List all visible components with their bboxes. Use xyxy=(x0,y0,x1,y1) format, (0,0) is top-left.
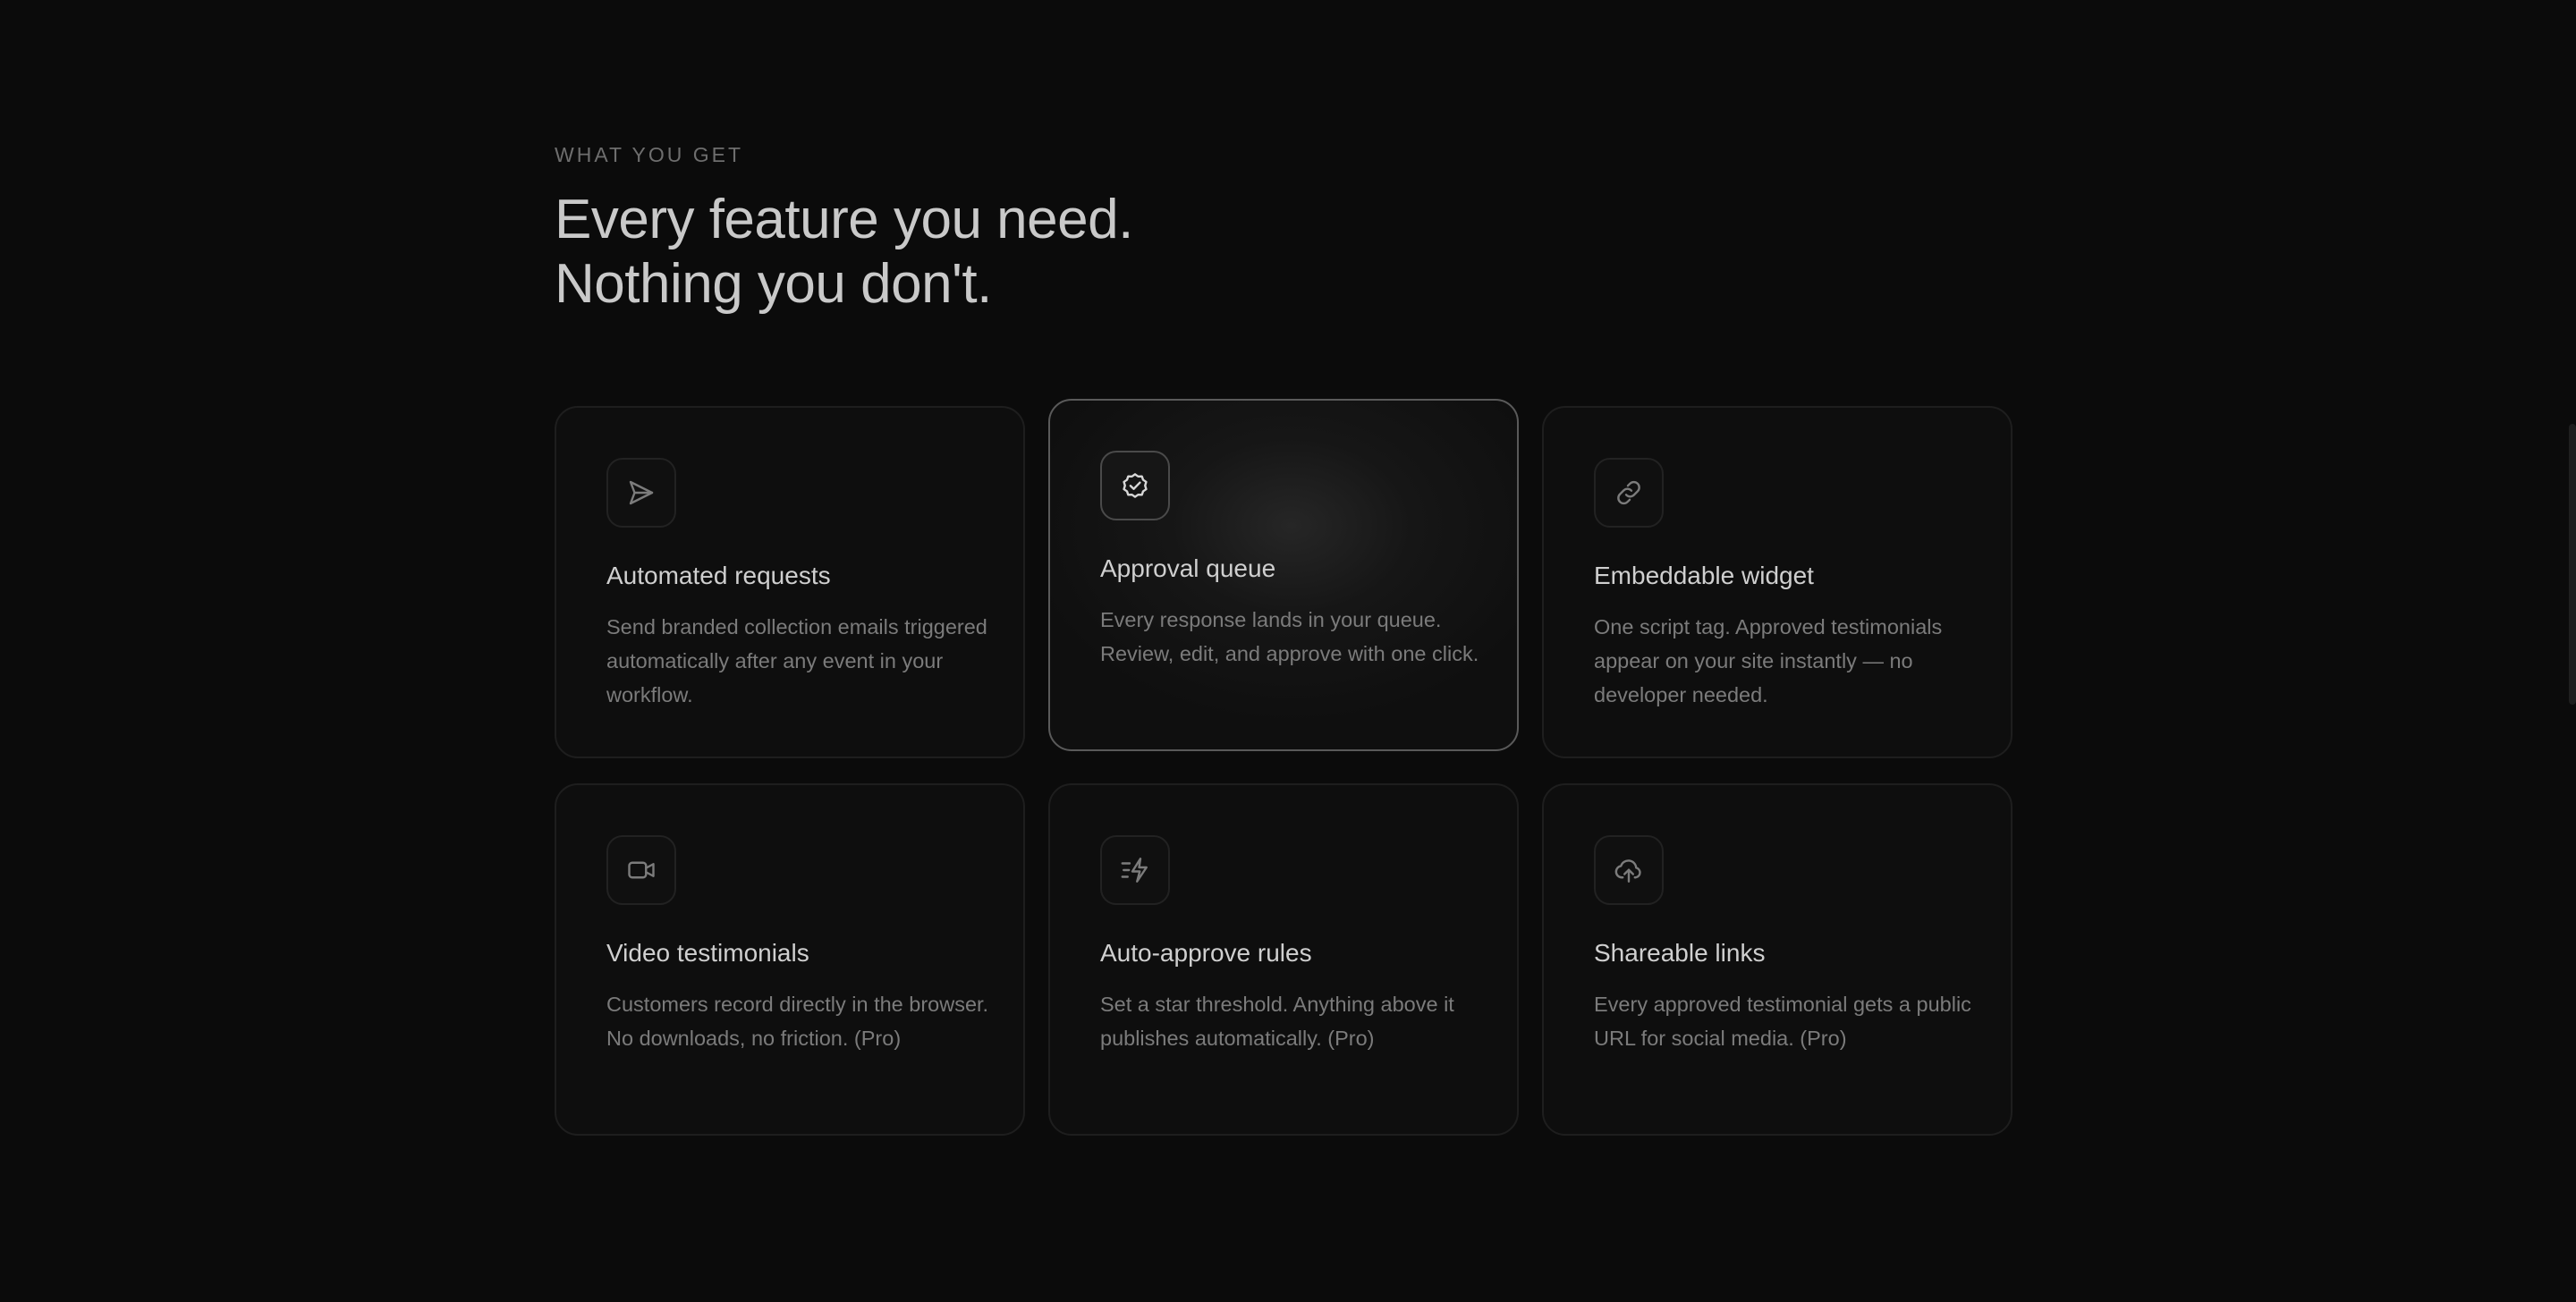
feature-description: Send branded collection emails triggered… xyxy=(606,615,987,706)
feature-card-embeddable-widget[interactable]: Embeddable widget One script tag. Approv… xyxy=(1542,406,2012,758)
send-icon xyxy=(606,458,676,528)
feature-title: Approval queue xyxy=(1100,554,1276,582)
video-icon xyxy=(606,835,676,905)
feature-description: Customers record directly in the browser… xyxy=(606,993,989,1050)
scrollbar-thumb[interactable] xyxy=(2569,424,2576,705)
feature-title: Shareable links xyxy=(1594,939,1766,967)
feature-description: Every response lands in your queue. Revi… xyxy=(1100,608,1479,665)
feature-title: Auto-approve rules xyxy=(1100,939,1312,967)
feature-card-automated-requests[interactable]: Automated requests Send branded collecti… xyxy=(555,406,1025,758)
feature-title: Video testimonials xyxy=(606,939,809,967)
badge-check-icon xyxy=(1100,451,1170,520)
feature-description: One script tag. Approved testimonials ap… xyxy=(1594,615,1943,706)
cloud-upload-icon xyxy=(1594,835,1664,905)
feature-card-video-testimonials[interactable]: Video testimonials Customers record dire… xyxy=(555,783,1025,1136)
section-eyebrow: WHAT YOU GET xyxy=(555,143,744,166)
feature-description: Set a star threshold. Anything above it … xyxy=(1100,993,1454,1050)
feature-description: Every approved testimonial gets a public… xyxy=(1594,993,1971,1050)
headline-line-2: Nothing you don't. xyxy=(555,253,992,315)
section-headline: Every feature you need. Nothing you don'… xyxy=(555,188,1133,317)
feature-title: Embeddable widget xyxy=(1594,562,1814,589)
features-section: WHAT YOU GET Every feature you need. Not… xyxy=(0,0,2576,1302)
feature-card-approval-queue[interactable]: Approval queue Every response lands in y… xyxy=(1048,399,1519,751)
link-icon xyxy=(1594,458,1664,528)
feature-title: Automated requests xyxy=(606,562,831,589)
feature-card-auto-approve-rules[interactable]: Auto-approve rules Set a star threshold.… xyxy=(1048,783,1519,1136)
headline-line-1: Every feature you need. xyxy=(555,189,1133,250)
zap-fast-icon xyxy=(1100,835,1170,905)
feature-card-shareable-links[interactable]: Shareable links Every approved testimoni… xyxy=(1542,783,2012,1136)
